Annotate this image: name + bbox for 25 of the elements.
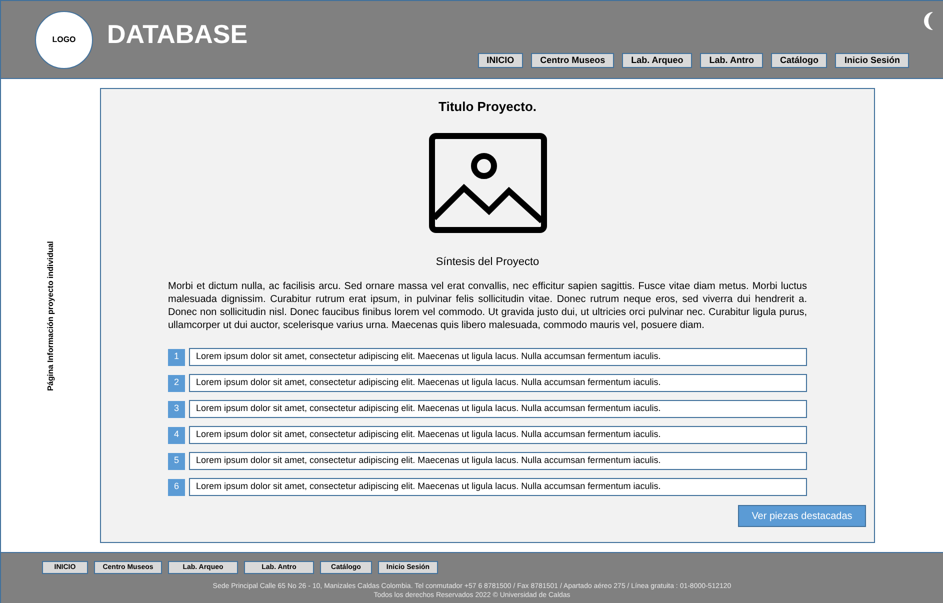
project-subtitle: Síntesis del Proyecto — [436, 254, 540, 270]
item-number: 4 — [168, 426, 185, 444]
item-text: Lorem ipsum dolor sit amet, consectetur adipiscing elit. Maecenas ut ligula lacus. Nulla accumsan fermentum iaculis. — [189, 452, 807, 470]
project-summary: Morbi et dictum nulla, ac facilisis arcu. Sed ornare massa vel erat convallis, nec efficitur sapien sagittis. Fusce vitae diam metus. Morbi luctus malesuada dignissim. Curabitur rutrum erat ipsum, in pulvinar felis sollicitudin vitae. Donec rutrum neque eros, sed viverra dui hendrerit a. Donec non sollicitudin nisl. Donec faucibus finibus lorem vel commodo. Ut gravida justo dui, ut ultricies orci pulvinar nec. Curabitur ligula purus, ullamcorper ut dui auctor, scelerisque varius urna. Maecenas quis libero malesuada, commodo mauris vel, posuere diam. — [168, 280, 807, 332]
site-title: DATABASE — [107, 18, 248, 51]
nav-button[interactable]: Inicio Sesión — [835, 53, 909, 68]
nav-button[interactable]: Catálogo — [770, 53, 828, 68]
item-number: 6 — [168, 478, 185, 496]
item-text: Lorem ipsum dolor sit amet, consectetur adipiscing elit. Maecenas ut ligula lacus. Nulla accumsan fermentum iaculis. — [189, 478, 807, 496]
page-label: Página Información proyecto individual — [44, 240, 56, 390]
item-number: 2 — [168, 374, 185, 392]
item-number: 3 — [168, 400, 185, 418]
project-title: Titulo Proyecto. — [438, 98, 536, 116]
item-text: Lorem ipsum dolor sit amet, consectetur adipiscing elit. Maecenas ut ligula lacus. Nulla accumsan fermentum iaculis. — [189, 348, 807, 366]
nav-button[interactable]: Lab. Antro — [700, 53, 763, 68]
item-text: Lorem ipsum dolor sit amet, consectetur adipiscing elit. Maecenas ut ligula lacus. Nulla accumsan fermentum iaculis. — [189, 374, 807, 392]
logo-text: LOGO — [52, 34, 76, 46]
item-text: Lorem ipsum dolor sit amet, consectetur adipiscing elit. Maecenas ut ligula lacus. Nulla accumsan fermentum iaculis. — [189, 400, 807, 418]
item-number: 1 — [168, 348, 185, 366]
nav-button[interactable]: Lab. Arqueo — [622, 53, 692, 68]
nav-button[interactable]: Centro Museos — [531, 53, 614, 68]
image-placeholder-icon — [428, 132, 546, 232]
item-number: 5 — [168, 452, 185, 470]
nav-button[interactable]: INICIO — [478, 53, 524, 68]
item-text: Lorem ipsum dolor sit amet, consectetur adipiscing elit. Maecenas ut ligula lacus. Nulla accumsan fermentum iaculis. — [189, 426, 807, 444]
